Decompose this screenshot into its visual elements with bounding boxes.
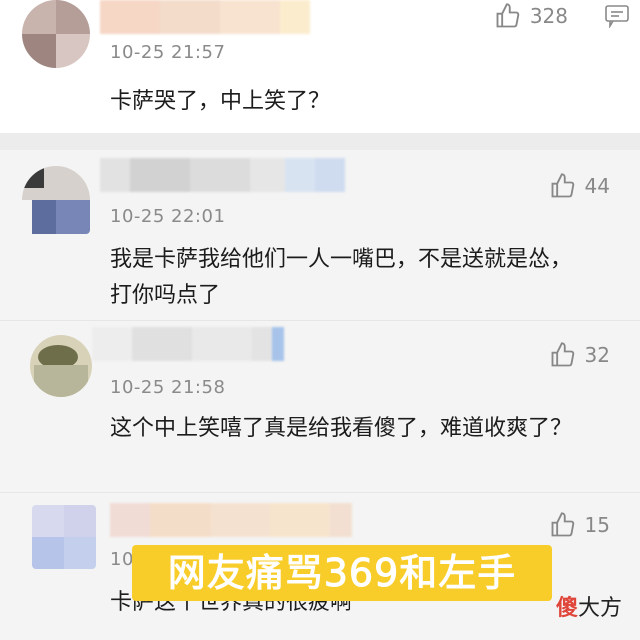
comment-item: 32 10-25 21:58 这个中上笑嘻了真是给我看傻了，难道收爽了？ xyxy=(0,320,640,492)
avatar[interactable] xyxy=(22,0,90,68)
comment-item: 328 10-25 21:57 卡萨哭了，中上笑了？ xyxy=(0,0,640,133)
comment-text: 我是卡萨我给他们一人一嘴巴，不是送就是怂，打你吗点了 xyxy=(110,247,573,308)
avatar[interactable] xyxy=(30,335,92,397)
avatar[interactable] xyxy=(32,505,96,569)
username-blurred[interactable] xyxy=(100,158,345,192)
like-count: 328 xyxy=(529,4,568,28)
comment-text: 卡萨哭了，中上笑了？ xyxy=(110,89,331,114)
like-count: 15 xyxy=(584,513,610,537)
comment-time: 10-25 21:58 xyxy=(110,377,226,398)
thumbs-up-icon xyxy=(496,3,520,28)
thumbs-up-icon xyxy=(551,512,574,537)
like-button[interactable]: 44 xyxy=(549,172,610,200)
comment-text: 这个中上笑嘻了真是给我看傻了，难道收爽了？ xyxy=(110,416,573,441)
thumbs-up-icon xyxy=(551,342,574,367)
reply-comment-icon[interactable] xyxy=(604,4,630,28)
comment-item: 44 10-25 22:01 我是卡萨我给他们一人一嘴巴，不是送就是怂，打你吗点… xyxy=(0,150,640,320)
comment-time: 10-25 22:01 xyxy=(110,206,226,227)
avatar[interactable] xyxy=(22,166,90,234)
thumbs-up-icon xyxy=(551,173,574,198)
watermark-logo: 傻大方 xyxy=(556,590,622,622)
comment-time: 10-25 21:57 xyxy=(110,42,226,63)
like-button[interactable]: 15 xyxy=(549,511,610,539)
comment-time: 10 xyxy=(110,549,134,570)
username-blurred[interactable] xyxy=(92,327,284,361)
logo-text: 大方 xyxy=(577,596,622,621)
logo-highlight: 傻 xyxy=(555,596,578,621)
like-button[interactable]: 32 xyxy=(549,341,610,369)
section-divider xyxy=(0,133,640,150)
username-blurred[interactable] xyxy=(110,503,352,537)
like-count: 44 xyxy=(584,174,610,198)
video-caption-banner: 网友痛骂369和左手 xyxy=(132,545,552,601)
like-count: 32 xyxy=(584,343,610,367)
username-blurred[interactable] xyxy=(100,0,310,34)
like-button[interactable]: 328 xyxy=(494,2,568,30)
